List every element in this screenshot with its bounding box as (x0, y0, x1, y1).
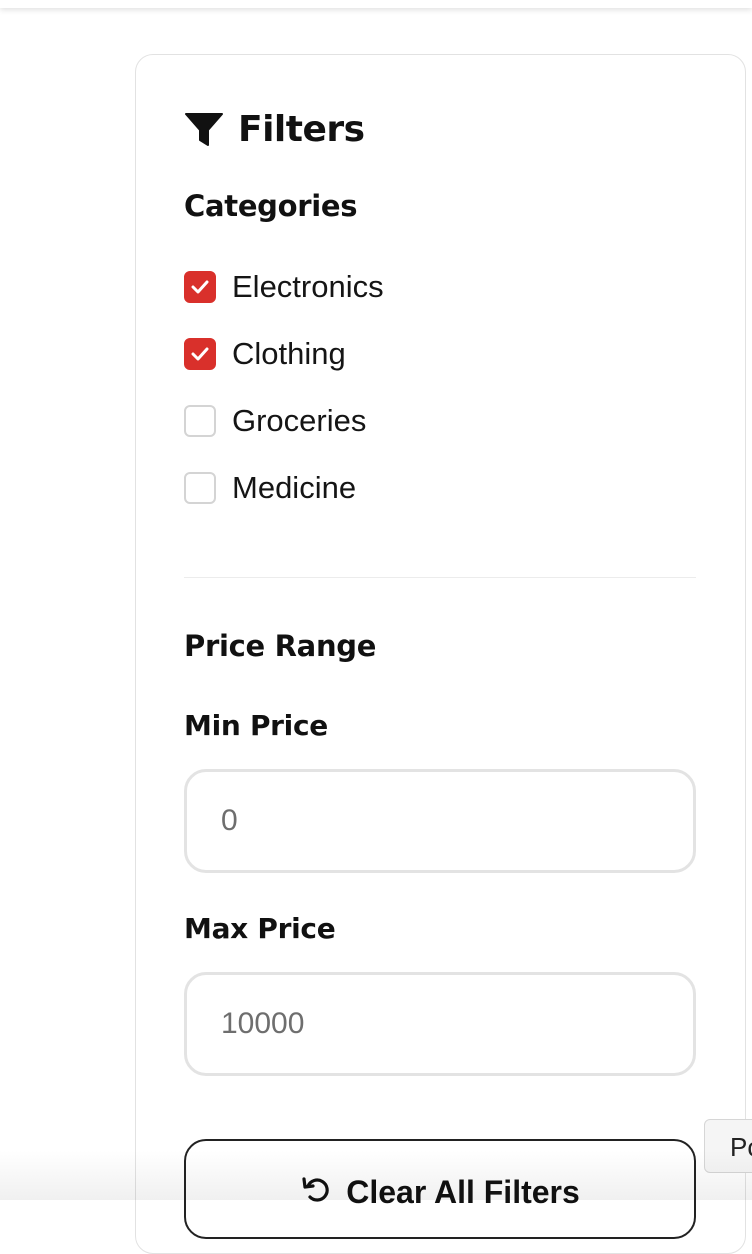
category-label: Groceries (232, 403, 367, 438)
category-item-medicine[interactable]: Medicine (184, 470, 356, 506)
side-tab[interactable]: Po (704, 1119, 752, 1173)
category-label: Electronics (232, 269, 384, 304)
check-icon (191, 347, 209, 361)
max-price-input[interactable] (184, 972, 696, 1076)
groceries-checkbox[interactable] (184, 405, 216, 437)
category-item-clothing[interactable]: Clothing (184, 336, 346, 372)
filters-panel: Filters Categories Electronics Clothing … (135, 54, 746, 1254)
max-price-label: Max Price (184, 912, 336, 945)
categories-heading: Categories (184, 189, 358, 223)
reset-icon (300, 1174, 332, 1209)
min-price-label: Min Price (184, 709, 328, 742)
check-icon (191, 280, 209, 294)
filter-funnel-icon (184, 112, 224, 148)
min-price-input[interactable] (184, 769, 696, 873)
category-label: Medicine (232, 470, 357, 505)
clothing-checkbox[interactable] (184, 338, 216, 370)
electronics-checkbox[interactable] (184, 271, 216, 303)
section-divider (184, 577, 696, 578)
price-range-heading: Price Range (184, 629, 377, 663)
category-item-groceries[interactable]: Groceries (184, 403, 366, 439)
filters-header: Filters (184, 109, 365, 150)
medicine-checkbox[interactable] (184, 472, 216, 504)
filters-title: Filters (238, 109, 365, 150)
clear-all-filters-label: Clear All Filters (346, 1173, 580, 1210)
side-tab-label: Po (730, 1132, 752, 1162)
category-label: Clothing (232, 336, 346, 371)
clear-all-filters-button[interactable]: Clear All Filters (184, 1139, 696, 1239)
category-item-electronics[interactable]: Electronics (184, 269, 384, 305)
top-bar (0, 0, 752, 8)
